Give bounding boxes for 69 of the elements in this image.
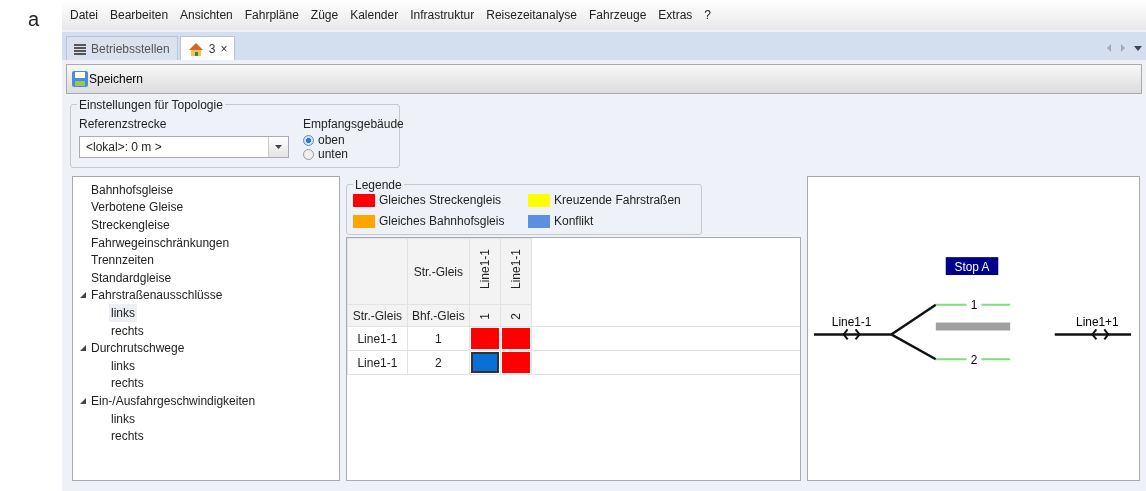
column-header: Line1-1 xyxy=(507,249,524,289)
menu-item[interactable]: ? xyxy=(698,4,718,26)
tree-item[interactable]: Fahrwegeinschränkungen xyxy=(89,233,232,252)
tree-item[interactable]: links xyxy=(109,303,137,322)
radio-button[interactable] xyxy=(303,134,314,146)
expander-icon[interactable] xyxy=(79,396,87,405)
column-header: Bhf.-Gleis xyxy=(411,308,465,323)
legend-label: Gleiches Bahnhofsgleis xyxy=(379,213,505,230)
conflict-cell[interactable] xyxy=(501,328,530,349)
menu-item[interactable]: Bearbeiten xyxy=(104,4,175,26)
tree-item[interactable]: Ein-/Ausfahrgeschwindigkeiten xyxy=(89,391,258,410)
dropdown-icon[interactable] xyxy=(1134,44,1142,52)
column-header: Str.-Gleis xyxy=(352,308,403,323)
field-label: Empfangsgebäude xyxy=(303,116,404,133)
radio-label: unten xyxy=(318,147,349,161)
legend-label: Gleiches Streckengleis xyxy=(379,192,502,209)
line-label: Line1-1 xyxy=(831,314,872,329)
menu-item[interactable]: Fahrzeuge xyxy=(582,4,653,26)
menu-item[interactable]: Datei xyxy=(64,4,104,26)
tree-item[interactable]: links xyxy=(109,356,137,375)
tree-item[interactable]: Durchrutschwege xyxy=(89,339,187,358)
tab[interactable]: 3 × xyxy=(179,36,236,60)
menu-item[interactable]: Züge xyxy=(304,4,345,26)
table-cell: 2 xyxy=(434,355,442,370)
legend-label: Kreuzende Fahrstraßen xyxy=(554,192,681,209)
caret-icon[interactable] xyxy=(275,145,282,149)
track-label: 2 xyxy=(970,353,978,368)
column-header: Str.-Gleis xyxy=(413,264,463,279)
radio-label: oben xyxy=(318,133,345,147)
tree-item[interactable]: Trennzeiten xyxy=(89,251,156,270)
tab[interactable]: Betriebsstellen xyxy=(66,36,178,60)
table-cell: Line1-1 xyxy=(357,331,398,346)
tree-item[interactable]: rechts xyxy=(109,321,146,340)
reference-dropdown[interactable]: <lokal>: 0 m > xyxy=(79,136,289,158)
legend-label: Konflikt xyxy=(554,213,594,230)
column-header: Line1-1 xyxy=(476,249,493,289)
column-header: 2 xyxy=(507,312,524,320)
conflict-cell[interactable] xyxy=(470,352,499,373)
tree-item[interactable]: Verbotene Gleise xyxy=(89,198,186,217)
close-button[interactable]: × xyxy=(220,39,228,58)
tree-item[interactable]: rechts xyxy=(109,427,146,446)
list-icon xyxy=(74,42,86,55)
radio-button[interactable] xyxy=(303,148,314,160)
tree-item[interactable]: links xyxy=(109,409,137,428)
menu-item[interactable]: Kalender xyxy=(344,4,405,26)
house-icon xyxy=(187,41,204,56)
field-label: Referenzstrecke xyxy=(79,116,168,133)
track-label: 1 xyxy=(970,297,978,312)
table-cell: Line1-1 xyxy=(357,355,398,370)
table-cell: 1 xyxy=(434,331,442,346)
tree-item[interactable]: Streckengleise xyxy=(89,216,172,234)
menu-item[interactable]: Extras xyxy=(652,4,699,26)
menu-item[interactable]: Ansichten xyxy=(174,4,239,26)
menu-item[interactable]: Reisezeitanalyse xyxy=(480,4,583,26)
expander-icon[interactable] xyxy=(79,291,87,300)
save-button[interactable]: Speichern xyxy=(71,69,145,89)
figure-label: a xyxy=(27,7,41,32)
line-label: Line1+1 xyxy=(1076,314,1119,329)
conflict-cell[interactable] xyxy=(501,352,530,373)
station-label: Stop A xyxy=(945,257,999,275)
tree-item[interactable]: rechts xyxy=(109,374,146,393)
column-header: 1 xyxy=(476,312,493,320)
menu-item[interactable]: Infrastruktur xyxy=(404,4,481,26)
menu-item[interactable]: Fahrpläne xyxy=(238,4,305,26)
expander-icon[interactable] xyxy=(79,344,87,353)
tree-item[interactable]: Fahrstraßenausschlüsse xyxy=(89,286,225,305)
tree-item[interactable]: Bahnhofsgleise xyxy=(89,180,176,199)
tree-item[interactable]: Standardgleise xyxy=(89,268,174,287)
conflict-cell[interactable] xyxy=(470,328,499,349)
